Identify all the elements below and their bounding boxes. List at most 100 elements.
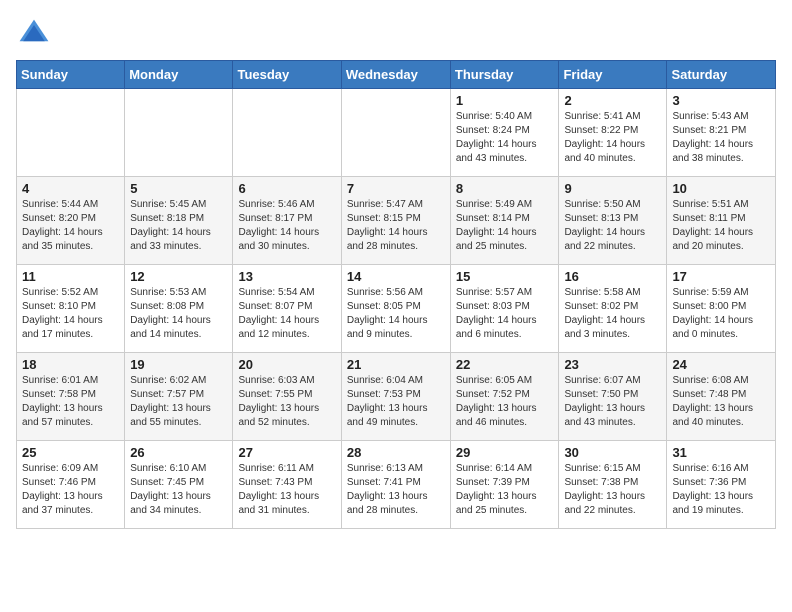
day-info: Sunrise: 5:44 AM Sunset: 8:20 PM Dayligh… xyxy=(22,198,119,254)
day-info: Sunrise: 6:14 AM Sunset: 7:39 PM Dayligh… xyxy=(456,462,554,518)
day-info: Sunrise: 6:10 AM Sunset: 7:45 PM Dayligh… xyxy=(130,462,227,518)
day-cell: 4 Sunrise: 5:44 AM Sunset: 8:20 PM Daylig… xyxy=(17,177,125,265)
header-tuesday: Tuesday xyxy=(233,61,341,89)
header-wednesday: Wednesday xyxy=(341,61,450,89)
day-info: Sunrise: 5:52 AM Sunset: 8:10 PM Dayligh… xyxy=(22,286,119,342)
day-info: Sunrise: 6:16 AM Sunset: 7:36 PM Dayligh… xyxy=(672,462,770,518)
week-row-3: 11 Sunrise: 5:52 AM Sunset: 8:10 PM Dayli… xyxy=(17,265,776,353)
day-cell: 21 Sunrise: 6:04 AM Sunset: 7:53 PM Dayli… xyxy=(341,353,450,441)
day-cell: 5 Sunrise: 5:45 AM Sunset: 8:18 PM Daylig… xyxy=(125,177,233,265)
header-monday: Monday xyxy=(125,61,233,89)
day-number: 11 xyxy=(22,269,119,284)
day-number: 9 xyxy=(564,181,661,196)
day-info: Sunrise: 6:09 AM Sunset: 7:46 PM Dayligh… xyxy=(22,462,119,518)
day-info: Sunrise: 6:02 AM Sunset: 7:57 PM Dayligh… xyxy=(130,374,227,430)
day-cell: 19 Sunrise: 6:02 AM Sunset: 7:57 PM Dayli… xyxy=(125,353,233,441)
day-info: Sunrise: 5:47 AM Sunset: 8:15 PM Dayligh… xyxy=(347,198,445,254)
day-info: Sunrise: 6:11 AM Sunset: 7:43 PM Dayligh… xyxy=(238,462,335,518)
day-number: 28 xyxy=(347,445,445,460)
header-friday: Friday xyxy=(559,61,667,89)
day-info: Sunrise: 5:40 AM Sunset: 8:24 PM Dayligh… xyxy=(456,110,554,166)
day-number: 8 xyxy=(456,181,554,196)
day-cell: 24Sunrise: 6:08 AM Sunset: 7:48 PM Dayli… xyxy=(667,353,776,441)
day-cell: 26 Sunrise: 6:10 AM Sunset: 7:45 PM Dayli… xyxy=(125,441,233,529)
day-cell: 17 Sunrise: 5:59 AM Sunset: 8:00 PM Dayli… xyxy=(667,265,776,353)
day-cell xyxy=(233,89,341,177)
day-cell: 25 Sunrise: 6:09 AM Sunset: 7:46 PM Dayli… xyxy=(17,441,125,529)
day-info: Sunrise: 6:03 AM Sunset: 7:55 PM Dayligh… xyxy=(238,374,335,430)
logo xyxy=(16,16,56,52)
day-cell: 2Sunrise: 5:41 AM Sunset: 8:22 PM Daylig… xyxy=(559,89,667,177)
day-number: 30 xyxy=(564,445,661,460)
day-info: Sunrise: 5:49 AM Sunset: 8:14 PM Dayligh… xyxy=(456,198,554,254)
day-number: 17 xyxy=(672,269,770,284)
day-cell: 27 Sunrise: 6:11 AM Sunset: 7:43 PM Dayli… xyxy=(233,441,341,529)
day-number: 5 xyxy=(130,181,227,196)
day-cell xyxy=(125,89,233,177)
header-row: SundayMondayTuesdayWednesdayThursdayFrid… xyxy=(17,61,776,89)
day-cell: 28 Sunrise: 6:13 AM Sunset: 7:41 PM Dayli… xyxy=(341,441,450,529)
day-info: Sunrise: 6:08 AM Sunset: 7:48 PM Dayligh… xyxy=(672,374,770,430)
page-header xyxy=(16,16,776,52)
day-cell: 3 Sunrise: 5:43 AM Sunset: 8:21 PM Daylig… xyxy=(667,89,776,177)
week-row-1: 1Sunrise: 5:40 AM Sunset: 8:24 PM Daylig… xyxy=(17,89,776,177)
day-number: 29 xyxy=(456,445,554,460)
day-number: 23 xyxy=(564,357,661,372)
day-info: Sunrise: 5:54 AM Sunset: 8:07 PM Dayligh… xyxy=(238,286,335,342)
day-cell: 30 Sunrise: 6:15 AM Sunset: 7:38 PM Dayli… xyxy=(559,441,667,529)
day-number: 15 xyxy=(456,269,554,284)
day-info: Sunrise: 5:59 AM Sunset: 8:00 PM Dayligh… xyxy=(672,286,770,342)
day-number: 10 xyxy=(672,181,770,196)
day-number: 6 xyxy=(238,181,335,196)
day-info: Sunrise: 5:50 AM Sunset: 8:13 PM Dayligh… xyxy=(564,198,661,254)
day-number: 27 xyxy=(238,445,335,460)
day-number: 25 xyxy=(22,445,119,460)
day-number: 20 xyxy=(238,357,335,372)
day-number: 22 xyxy=(456,357,554,372)
day-number: 26 xyxy=(130,445,227,460)
day-cell: 22 Sunrise: 6:05 AM Sunset: 7:52 PM Dayli… xyxy=(450,353,559,441)
day-number: 19 xyxy=(130,357,227,372)
calendar-table: SundayMondayTuesdayWednesdayThursdayFrid… xyxy=(16,60,776,529)
day-number: 21 xyxy=(347,357,445,372)
week-row-4: 18Sunrise: 6:01 AM Sunset: 7:58 PM Dayli… xyxy=(17,353,776,441)
day-info: Sunrise: 5:43 AM Sunset: 8:21 PM Dayligh… xyxy=(672,110,770,166)
day-number: 12 xyxy=(130,269,227,284)
day-cell: 10 Sunrise: 5:51 AM Sunset: 8:11 PM Dayli… xyxy=(667,177,776,265)
logo-icon xyxy=(16,16,52,52)
day-cell: 12 Sunrise: 5:53 AM Sunset: 8:08 PM Dayli… xyxy=(125,265,233,353)
day-cell: 11 Sunrise: 5:52 AM Sunset: 8:10 PM Dayli… xyxy=(17,265,125,353)
day-number: 14 xyxy=(347,269,445,284)
day-cell: 15Sunrise: 5:57 AM Sunset: 8:03 PM Dayli… xyxy=(450,265,559,353)
day-info: Sunrise: 6:07 AM Sunset: 7:50 PM Dayligh… xyxy=(564,374,661,430)
header-saturday: Saturday xyxy=(667,61,776,89)
day-number: 3 xyxy=(672,93,770,108)
day-info: Sunrise: 6:01 AM Sunset: 7:58 PM Dayligh… xyxy=(22,374,119,430)
day-number: 4 xyxy=(22,181,119,196)
day-cell: 9 Sunrise: 5:50 AM Sunset: 8:13 PM Daylig… xyxy=(559,177,667,265)
week-row-5: 25 Sunrise: 6:09 AM Sunset: 7:46 PM Dayli… xyxy=(17,441,776,529)
day-info: Sunrise: 6:15 AM Sunset: 7:38 PM Dayligh… xyxy=(564,462,661,518)
day-info: Sunrise: 5:46 AM Sunset: 8:17 PM Dayligh… xyxy=(238,198,335,254)
day-info: Sunrise: 6:13 AM Sunset: 7:41 PM Dayligh… xyxy=(347,462,445,518)
day-cell: 13Sunrise: 5:54 AM Sunset: 8:07 PM Dayli… xyxy=(233,265,341,353)
day-number: 7 xyxy=(347,181,445,196)
day-number: 31 xyxy=(672,445,770,460)
day-info: Sunrise: 6:05 AM Sunset: 7:52 PM Dayligh… xyxy=(456,374,554,430)
day-cell: 29 Sunrise: 6:14 AM Sunset: 7:39 PM Dayli… xyxy=(450,441,559,529)
day-info: Sunrise: 5:45 AM Sunset: 8:18 PM Dayligh… xyxy=(130,198,227,254)
day-cell xyxy=(17,89,125,177)
day-cell: 16Sunrise: 5:58 AM Sunset: 8:02 PM Dayli… xyxy=(559,265,667,353)
day-cell: 31 Sunrise: 6:16 AM Sunset: 7:36 PM Dayli… xyxy=(667,441,776,529)
day-info: Sunrise: 5:51 AM Sunset: 8:11 PM Dayligh… xyxy=(672,198,770,254)
day-cell: 8 Sunrise: 5:49 AM Sunset: 8:14 PM Daylig… xyxy=(450,177,559,265)
day-cell: 7 Sunrise: 5:47 AM Sunset: 8:15 PM Daylig… xyxy=(341,177,450,265)
day-cell: 20 Sunrise: 6:03 AM Sunset: 7:55 PM Dayli… xyxy=(233,353,341,441)
day-info: Sunrise: 5:53 AM Sunset: 8:08 PM Dayligh… xyxy=(130,286,227,342)
day-info: Sunrise: 5:41 AM Sunset: 8:22 PM Dayligh… xyxy=(564,110,661,166)
day-info: Sunrise: 6:04 AM Sunset: 7:53 PM Dayligh… xyxy=(347,374,445,430)
day-info: Sunrise: 5:56 AM Sunset: 8:05 PM Dayligh… xyxy=(347,286,445,342)
day-cell: 1Sunrise: 5:40 AM Sunset: 8:24 PM Daylig… xyxy=(450,89,559,177)
day-cell: 23 Sunrise: 6:07 AM Sunset: 7:50 PM Dayli… xyxy=(559,353,667,441)
week-row-2: 4 Sunrise: 5:44 AM Sunset: 8:20 PM Daylig… xyxy=(17,177,776,265)
